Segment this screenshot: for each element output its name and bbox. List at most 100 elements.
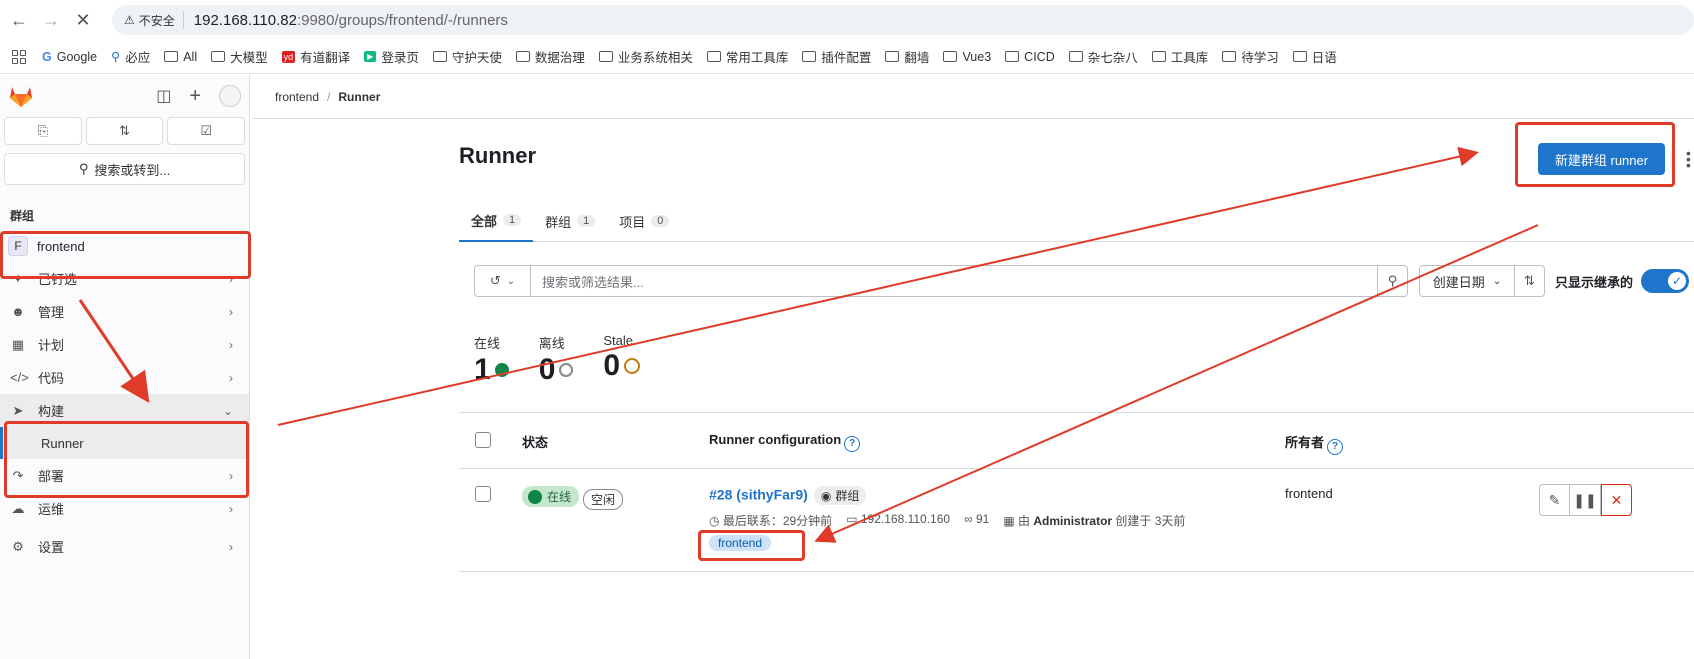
help-icon[interactable]: ? <box>844 435 861 452</box>
bookmark-folder-15[interactable]: 工具库 <box>1151 47 1208 66</box>
sort-select[interactable]: 创建日期 ⌄ <box>1419 265 1515 297</box>
sidebar-item-manage[interactable]: ☻ 管理 › <box>0 295 249 328</box>
bookmark-folder-12[interactable]: Vue3 <box>943 50 991 64</box>
bookmark-bing[interactable]: ⚲ 必应 <box>111 47 150 66</box>
row-checkbox[interactable] <box>475 486 491 502</box>
search-icon: ⚲ <box>78 161 89 176</box>
sidebar-subitem-runner[interactable]: Runner <box>0 427 249 459</box>
inherited-only-toggle[interactable]: ✓ <box>1641 269 1690 293</box>
bookmark-folder-17[interactable]: 日语 <box>1292 47 1337 66</box>
new-group-runner-button[interactable]: 新建群组 runner <box>1538 143 1665 175</box>
sidebar-group-frontend[interactable]: F frontend <box>0 230 249 262</box>
filter-search-input[interactable]: 搜索或筛选结果... <box>531 272 1377 291</box>
folder-icon <box>1068 51 1083 62</box>
bookmark-folder-7[interactable]: 数据治理 <box>515 47 585 66</box>
pause-icon: ❚❚ <box>1573 491 1597 508</box>
filter-row: ↺ ⌄ 搜索或筛选结果... ⚲ 创建日期 ⌄ ⇅ 只显示继承的 ✓ <box>459 256 1694 306</box>
play-icon: ▶ <box>364 51 377 62</box>
bookmark-youdao[interactable]: yd 有道翻译 <box>281 47 350 66</box>
bookmark-login[interactable]: ▶ 登录页 <box>364 47 419 66</box>
user-avatar[interactable] <box>219 85 241 107</box>
folder-icon <box>432 51 447 62</box>
runner-owner-link[interactable]: frontend <box>1285 486 1333 501</box>
table-row: 在线 空闲 #28 (sithyFar9) ◉ 群组 ◷ 最后联系：29分钟前 ▭ 1… <box>459 469 1694 572</box>
todos-button[interactable]: ☑ <box>167 117 246 145</box>
youdao-icon: yd <box>281 50 296 63</box>
sidebar-item-operate[interactable]: ☁ 运维 › <box>0 492 249 525</box>
forward-arrow-icon[interactable]: → <box>38 7 64 33</box>
select-all-checkbox[interactable] <box>475 432 491 448</box>
issues-button[interactable]: ⎘ <box>4 117 82 145</box>
runner-name-link[interactable]: #28 (sithyFar9) <box>709 487 808 503</box>
search-submit-button[interactable]: ⚲ <box>1377 266 1407 296</box>
breadcrumb-current[interactable]: Runner <box>338 90 380 104</box>
edit-button[interactable]: ✎ <box>1539 484 1570 516</box>
tab-count: 1 <box>503 214 522 226</box>
bookmark-google[interactable]: G Google <box>42 50 97 64</box>
sidebar-item-deploy[interactable]: ↷ 部署 › <box>0 459 249 492</box>
url-text: 192.168.110.82:9980/groups/frontend/-/ru… <box>193 11 508 29</box>
tab-all[interactable]: 全部 1 <box>459 200 534 242</box>
breadcrumb-frontend-link[interactable]: frontend <box>275 90 319 104</box>
bookmark-folder-11[interactable]: 翻墙 <box>885 47 929 66</box>
merge-requests-button[interactable]: ⇅ <box>85 117 164 145</box>
online-badge: 在线 <box>522 486 580 507</box>
plus-icon[interactable]: + <box>189 85 201 108</box>
back-arrow-icon[interactable]: ← <box>6 7 32 33</box>
creator-link[interactable]: Administrator <box>1033 514 1112 528</box>
col-config: Runner configuration? <box>709 432 861 452</box>
bookmark-all[interactable]: All <box>164 50 197 64</box>
bookmark-folder-14[interactable]: 杂七杂八 <box>1068 47 1138 66</box>
row-actions: ✎ ❚❚ ✕ <box>1539 484 1632 516</box>
stat-stale: Stale 0 <box>603 333 641 388</box>
runner-table-header: 状态 Runner configuration? 所有者? <box>459 412 1694 469</box>
sidebar-item-pinned[interactable]: ✦ 已钉选 › <box>0 262 249 295</box>
sidebar: ◫ + ⎘ ⇅ ☑ ⚲ 搜索或转到... 群组 F frontend ✦ 已钉选 ›… <box>0 75 250 659</box>
chevron-right-icon: › <box>229 539 233 554</box>
pause-button[interactable]: ❚❚ <box>1570 484 1601 516</box>
search-icon: ⚲ <box>1387 273 1398 288</box>
help-icon[interactable]: ? <box>1327 438 1344 455</box>
sidebar-quick-buttons: ⎘ ⇅ ☑ <box>0 117 249 145</box>
more-actions-icon[interactable]: • • • <box>1686 146 1691 172</box>
runner-tabs: 全部 1 群组 1 项目 0 <box>459 200 1694 242</box>
bookmark-llm[interactable]: 大模型 <box>211 47 268 66</box>
tab-project[interactable]: 项目 0 <box>607 200 681 242</box>
sidebar-item-build[interactable]: ➤ 构建 ⌄ <box>0 394 249 427</box>
sidebar-toggle-icon[interactable]: ◫ <box>156 86 171 106</box>
pencil-icon: ✎ <box>1548 491 1561 508</box>
chevron-right-icon: › <box>229 370 233 385</box>
folder-icon <box>1222 51 1237 62</box>
bookmark-folder-16[interactable]: 待学习 <box>1222 47 1279 66</box>
sidebar-item-plan[interactable]: ▦ 计划 › <box>0 328 249 361</box>
gitlab-logo-icon[interactable] <box>8 84 34 108</box>
breadcrumb: frontend / Runner <box>252 75 1694 119</box>
close-icon[interactable]: ✕ <box>70 7 96 33</box>
chevron-down-icon: ⌄ <box>222 403 233 418</box>
check-icon: ✓ <box>1668 272 1687 290</box>
recent-searches-button[interactable]: ↺ ⌄ <box>475 266 531 296</box>
sort-direction-button[interactable]: ⇅ <box>1515 265 1545 297</box>
rocket-icon: ➤ <box>12 402 24 418</box>
folder-icon <box>515 51 530 62</box>
col-owner: 所有者? <box>1285 432 1344 455</box>
bookmark-folder-13[interactable]: CICD <box>1005 50 1055 64</box>
folder-icon <box>1005 51 1020 62</box>
address-bar[interactable]: ⚠ 不安全 192.168.110.82:9980/groups/fronten… <box>112 5 1694 35</box>
tab-group[interactable]: 群组 1 <box>533 200 607 242</box>
sidebar-item-code[interactable]: </> 代码 › <box>0 361 249 394</box>
delete-button[interactable]: ✕ <box>1601 484 1632 516</box>
inherited-only-label: 只显示继承的 <box>1555 274 1634 290</box>
group-icon: ◉ <box>820 488 832 503</box>
sidebar-search-button[interactable]: ⚲ 搜索或转到... <box>4 153 245 185</box>
bookmark-folder-9[interactable]: 常用工具库 <box>706 47 788 66</box>
insecure-indicator[interactable]: ⚠ 不安全 <box>124 11 184 29</box>
bookmark-folder-6[interactable]: 守护天使 <box>432 47 502 66</box>
runner-stats: 在线 1 离线 0 Stale 0 <box>474 333 641 388</box>
sidebar-item-settings[interactable]: ⚙ 设置 › <box>0 530 249 563</box>
apps-grid-icon[interactable] <box>12 49 26 64</box>
bookmark-folder-8[interactable]: 业务系统相关 <box>598 47 693 66</box>
folder-icon <box>211 51 226 62</box>
offline-status-icon <box>559 363 574 377</box>
bookmark-folder-10[interactable]: 插件配置 <box>802 47 871 66</box>
